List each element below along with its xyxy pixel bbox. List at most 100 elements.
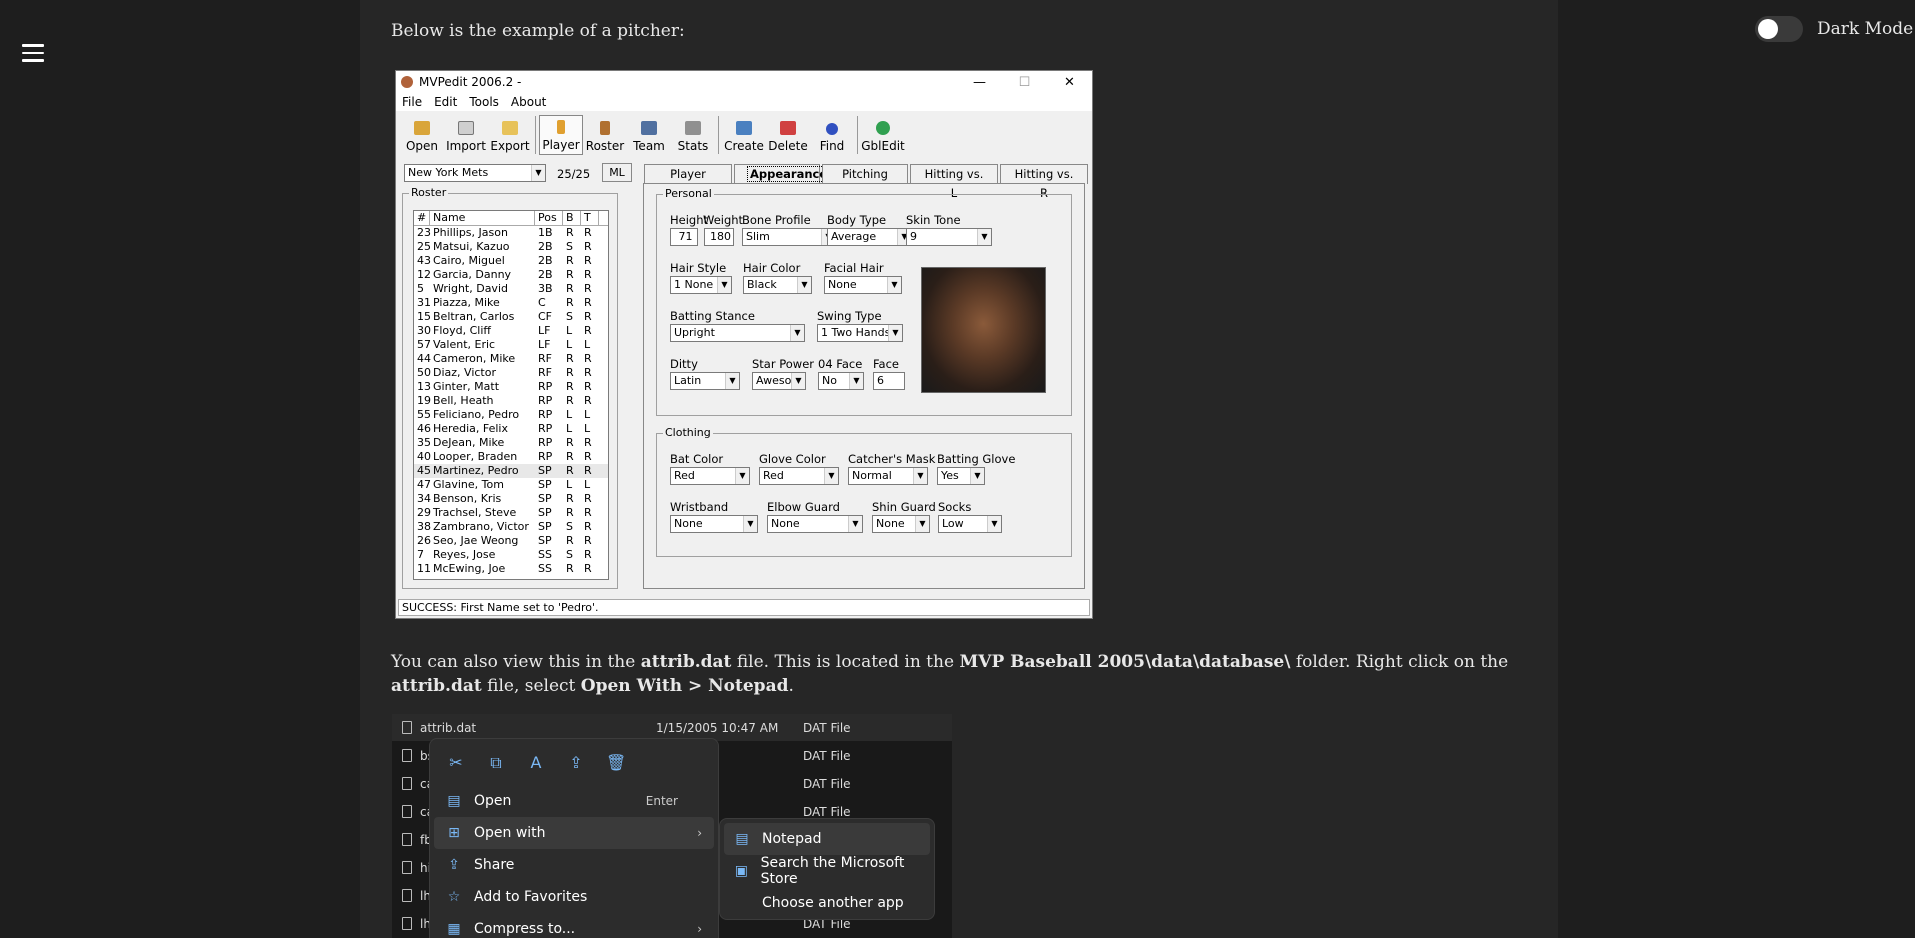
- player-face-image: [921, 267, 1046, 393]
- bone-profile-select[interactable]: Slim▼: [742, 228, 836, 246]
- file-icon: [402, 805, 412, 818]
- player-button[interactable]: Player: [539, 115, 583, 155]
- star-icon: ☆: [447, 889, 461, 905]
- roster-row[interactable]: 50 Diaz, Victor RF R R: [414, 366, 608, 380]
- roster-row[interactable]: 40 Looper, Braden RP R R: [414, 450, 608, 464]
- roster-row[interactable]: 38 Zambrano, Victor SP S R: [414, 520, 608, 534]
- file-icon: [402, 861, 412, 874]
- menu-file[interactable]: File: [402, 95, 422, 109]
- menu-item-add-to-favorites[interactable]: ☆ Add to Favorites: [434, 881, 714, 913]
- face-field[interactable]: 6: [873, 372, 905, 390]
- elbow-guard-select[interactable]: None ▼: [767, 515, 863, 533]
- open-icon: [414, 121, 430, 135]
- roster-row[interactable]: 23 Phillips, Jason 1B R R: [414, 226, 608, 240]
- roster-row[interactable]: 5 Wright, David 3B R R: [414, 282, 608, 296]
- shin-guard-select[interactable]: None ▼: [872, 515, 930, 533]
- roster-row[interactable]: 29 Trachsel, Steve SP R R: [414, 506, 608, 520]
- create-button[interactable]: Create: [722, 115, 766, 155]
- menu-item-open[interactable]: ▤ Open Enter: [434, 785, 714, 817]
- find-button[interactable]: Find: [810, 115, 854, 155]
- roster-row[interactable]: 57 Valent, Eric LF L L: [414, 338, 608, 352]
- skin-tone-select[interactable]: 9 ▼: [906, 228, 992, 246]
- tab-appearance[interactable]: Appearance: [734, 164, 831, 184]
- export-button[interactable]: Export: [488, 115, 532, 155]
- roster-row[interactable]: 15 Beltran, Carlos CF S R: [414, 310, 608, 324]
- batting-stance-select[interactable]: Upright ▼: [670, 324, 805, 342]
- roster-row[interactable]: 25 Matsui, Kazuo 2B S R: [414, 240, 608, 254]
- tab-hitting-vs-r[interactable]: Hitting vs. R: [1000, 164, 1088, 200]
- delete-button[interactable]: Delete: [766, 115, 810, 155]
- maximize-button[interactable]: ☐: [1002, 75, 1047, 90]
- file-row[interactable]: attrib.dat 1/15/2005 10:47 AM DAT File: [392, 714, 952, 741]
- roster-list[interactable]: # Name Pos B T 23 Phillips, Jason 1B R R 25 Ma…: [413, 210, 609, 580]
- share-icon: ⇪: [448, 857, 460, 873]
- roster-row[interactable]: 12 Garcia, Danny 2B R R: [414, 268, 608, 282]
- rename-icon[interactable]: A: [526, 753, 546, 773]
- body-type-select[interactable]: Average ▼: [827, 228, 912, 246]
- roster-row[interactable]: 26 Seo, Jae Weong SP R R: [414, 534, 608, 548]
- hamburger-menu-icon[interactable]: [22, 44, 44, 62]
- swing-type-select[interactable]: 1 Two Hands ▼: [817, 324, 903, 342]
- submenu-item-microsoft-store[interactable]: ▣ Search the Microsoft Store: [724, 855, 930, 887]
- roster-row[interactable]: 30 Floyd, Cliff LF L R: [414, 324, 608, 338]
- menu-item-compress[interactable]: ▦ Compress to... ›: [434, 913, 714, 938]
- menu-edit[interactable]: Edit: [434, 95, 457, 109]
- roster-row[interactable]: 46 Heredia, Felix RP L L: [414, 422, 608, 436]
- delete-icon[interactable]: 🗑: [606, 753, 626, 773]
- roster-row[interactable]: 13 Ginter, Matt RP R R: [414, 380, 608, 394]
- open-button[interactable]: Open: [400, 115, 444, 155]
- dark-mode-label: Dark Mode: [1817, 19, 1914, 39]
- menu-tools[interactable]: Tools: [469, 95, 499, 109]
- ml-button[interactable]: ML: [602, 163, 632, 182]
- team-button[interactable]: Team: [627, 115, 671, 155]
- import-button[interactable]: Import: [444, 115, 488, 155]
- star-power-select[interactable]: Aweso ▼: [752, 372, 806, 390]
- stats-button[interactable]: Stats: [671, 115, 715, 155]
- ditty-select[interactable]: Latin ▼: [670, 372, 740, 390]
- team-select[interactable]: New York Mets ▼: [404, 164, 546, 182]
- wristband-select[interactable]: None ▼: [670, 515, 758, 533]
- submenu-item-notepad[interactable]: ▤ Notepad: [724, 823, 930, 855]
- glove-color-select[interactable]: Red ▼: [759, 467, 839, 485]
- gbledit-button[interactable]: GblEdit: [861, 115, 905, 155]
- roster-row[interactable]: 34 Benson, Kris SP R R: [414, 492, 608, 506]
- toggle-switch[interactable]: [1755, 16, 1803, 42]
- share-icon[interactable]: ⇪: [566, 753, 586, 773]
- height-field[interactable]: 71: [670, 228, 698, 246]
- roster-button[interactable]: Roster: [583, 115, 627, 155]
- dark-mode-toggle[interactable]: Dark Mode: [1755, 16, 1913, 42]
- roster-row[interactable]: 35 DeJean, Mike RP R R: [414, 436, 608, 450]
- roster-row[interactable]: 45 Martinez, Pedro SP R R: [414, 464, 608, 478]
- hair-color-select[interactable]: Black ▼: [743, 276, 812, 294]
- minimize-button[interactable]: —: [957, 75, 1002, 90]
- roster-row[interactable]: 43 Cairo, Miguel 2B R R: [414, 254, 608, 268]
- cut-icon[interactable]: ✂: [446, 753, 466, 773]
- menu-bar: File Edit Tools About: [396, 93, 1092, 111]
- submenu-item-choose-another-app[interactable]: Choose another app: [724, 887, 930, 919]
- weight-field[interactable]: 180: [704, 228, 734, 246]
- roster-row[interactable]: 44 Cameron, Mike RF R R: [414, 352, 608, 366]
- menu-about[interactable]: About: [511, 95, 546, 109]
- roster-row[interactable]: 31 Piazza, Mike C R R: [414, 296, 608, 310]
- menu-item-open-with[interactable]: ⊞ Open with ›: [434, 817, 714, 849]
- menu-item-share[interactable]: ⇪ Share: [434, 849, 714, 881]
- catchers-mask-select[interactable]: Normal ▼: [848, 467, 928, 485]
- socks-select[interactable]: Low ▼: [938, 515, 1002, 533]
- copy-icon[interactable]: ⧉: [486, 753, 506, 773]
- bat-color-select[interactable]: Red ▼: [670, 467, 750, 485]
- roster-row[interactable]: 11 McEwing, Joe SS R R: [414, 562, 608, 576]
- hair-style-select[interactable]: 1 None ▼: [670, 276, 732, 294]
- close-button[interactable]: ✕: [1047, 75, 1092, 90]
- facial-hair-select[interactable]: None ▼: [824, 276, 902, 294]
- batting-glove-select[interactable]: Yes ▼: [937, 467, 985, 485]
- roster-row[interactable]: 7 Reyes, Jose SS S R: [414, 548, 608, 562]
- roster-row[interactable]: 55 Feliciano, Pedro RP L L: [414, 408, 608, 422]
- roster-row[interactable]: 47 Glavine, Tom SP L L: [414, 478, 608, 492]
- 04-face-select[interactable]: No ▼: [818, 372, 864, 390]
- tab-hitting-vs-l[interactable]: Hitting vs. L: [910, 164, 998, 200]
- roster-row[interactable]: 19 Bell, Heath RP R R: [414, 394, 608, 408]
- tab-pitching[interactable]: Pitching: [822, 164, 908, 184]
- tab-player[interactable]: Player: [644, 164, 732, 184]
- clothing-group: Clothing Bat Color Red ▼ Glove Color Red ▼…: [656, 426, 1072, 557]
- file-icon: [402, 721, 412, 734]
